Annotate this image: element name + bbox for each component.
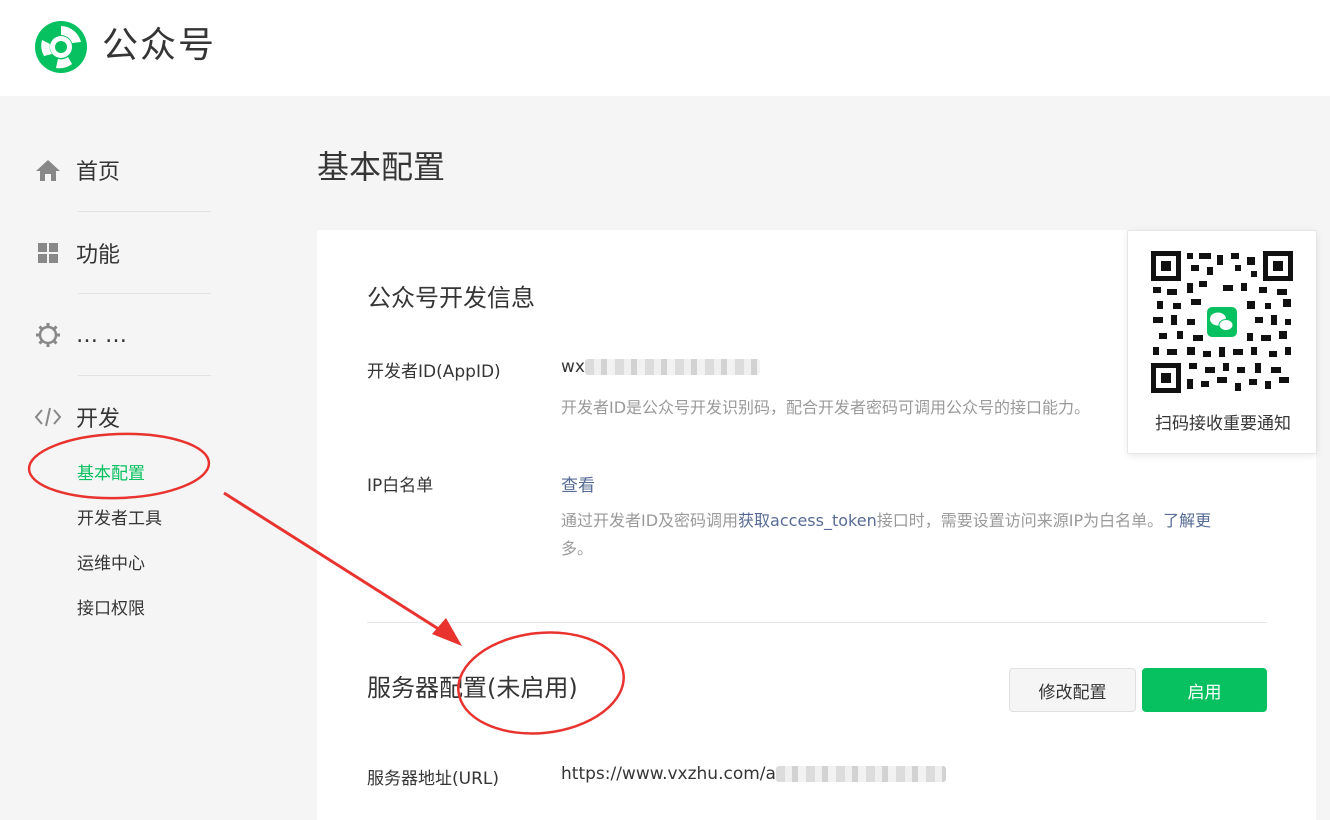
qr-code-icon (1151, 251, 1293, 393)
appid-value[interactable]: wx (561, 357, 760, 377)
ip-desc-text: 通过开发者ID及密码调用 (561, 511, 739, 530)
home-icon (34, 156, 62, 184)
server-url-prefix: https://www.vxzhu.com/a (561, 764, 776, 784)
sidebar-item-label: 功能 (76, 243, 121, 268)
appid-description: 开发者ID是公众号开发识别码，配合开发者密码可调用公众号的接口能力。 (561, 398, 1091, 417)
grid-icon (34, 239, 62, 267)
logo-icon[interactable] (34, 20, 88, 74)
sidebar-divider (78, 211, 211, 212)
page-title: 基本配置 (317, 148, 446, 186)
ip-whitelist-description: 通过开发者ID及密码调用获取access_token接口时，需要设置访问来源IP… (561, 507, 1271, 563)
brand-title: 公众号 (102, 25, 217, 66)
gear-icon (34, 321, 62, 349)
appid-label: 开发者ID(AppID) (367, 362, 501, 382)
sidebar-item-home[interactable]: 首页 (34, 150, 120, 190)
appid-prefix: wx (561, 357, 585, 377)
ip-desc-text: 接口时，需要设置访问来源IP为白名单。 (876, 511, 1164, 530)
modify-config-button[interactable]: 修改配置 (1009, 668, 1136, 712)
ip-desc-text: 。 (577, 539, 594, 558)
server-url-value[interactable]: https://www.vxzhu.com/a (561, 764, 946, 784)
sidebar-item-label: 首页 (76, 160, 121, 185)
section-divider (367, 622, 1267, 623)
code-icon (34, 403, 62, 431)
qr-caption: 扫码接收重要通知 (1155, 414, 1291, 434)
sidebar-item-features[interactable]: 功能 (34, 233, 120, 273)
sidebar-item-develop[interactable]: 开发 (34, 397, 120, 437)
sidebar-divider (78, 375, 211, 376)
qr-notification-card: 扫码接收重要通知 (1127, 230, 1317, 454)
server-url-blurred (775, 766, 946, 782)
ip-whitelist-label: IP白名单 (367, 476, 434, 496)
sidebar-subitem-dev-tools[interactable]: 开发者工具 (77, 504, 162, 529)
app-root: 公众号 首页 功能 … … 开发 基本配置 开发者工具 运维中心 接口权限 基本… (0, 0, 1330, 820)
dev-info-title: 公众号开发信息 (367, 284, 535, 312)
server-config-title: 服务器配置(未启用) (367, 674, 578, 702)
sidebar-divider (78, 293, 211, 294)
access-token-link[interactable]: 获取access_token (738, 511, 877, 530)
sidebar-subitem-api-permissions[interactable]: 接口权限 (77, 594, 145, 619)
server-url-label: 服务器地址(URL) (367, 769, 499, 789)
sidebar-item-label: … … (76, 322, 127, 348)
sidebar-item-settings[interactable]: … … (34, 315, 127, 355)
sidebar-item-label: 开发 (76, 407, 121, 432)
sidebar-subitem-basic-config[interactable]: 基本配置 (77, 459, 145, 484)
learn-more-link[interactable]: 了解更 (1163, 511, 1211, 530)
sidebar-subitem-ops-center[interactable]: 运维中心 (77, 549, 145, 574)
ip-whitelist-view-link[interactable]: 查看 (561, 471, 595, 496)
ip-desc-text: 多 (561, 539, 578, 558)
appid-blurred (584, 359, 760, 375)
top-header: 公众号 (0, 0, 1330, 96)
enable-button[interactable]: 启用 (1142, 668, 1267, 712)
